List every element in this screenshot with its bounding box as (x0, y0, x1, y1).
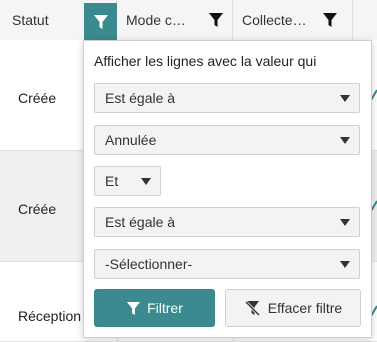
logic-value: Et (105, 173, 119, 189)
column-header-collecte[interactable]: Collecte… (233, 0, 353, 40)
cell-statut: Créée (18, 201, 57, 217)
filter-button[interactable]: Filtrer (94, 289, 215, 327)
column-header-extra (353, 0, 377, 40)
cell-statut: Réception (18, 308, 82, 324)
column-header-mode[interactable]: Mode c… (117, 0, 233, 40)
mode-filter-button[interactable] (201, 5, 231, 35)
operator2-select[interactable]: Est égale à (94, 207, 360, 237)
chevron-down-icon (340, 219, 350, 226)
operator1-value: Est égale à (105, 90, 176, 106)
cell-statut: Créée (18, 90, 57, 106)
filter-icon (93, 14, 108, 29)
filter-icon (209, 13, 223, 27)
operator1-select[interactable]: Est égale à (94, 83, 360, 113)
filter-caption: Afficher les lignes avec la valeur qui (94, 53, 317, 69)
operator2-value: Est égale à (105, 214, 176, 230)
chevron-down-icon (141, 178, 151, 185)
clear-filter-button[interactable]: Effacer filtre (225, 289, 361, 327)
filter-icon (127, 301, 141, 315)
value2-select[interactable]: -Sélectionner- (94, 249, 360, 279)
grid-header: Statut Mode c… Collecte… (0, 0, 377, 41)
column-header-statut[interactable]: Statut (0, 0, 117, 40)
chevron-down-icon (340, 261, 350, 268)
filter-button-label: Filtrer (147, 300, 183, 316)
value2-value: -Sélectionner- (105, 256, 193, 272)
column-title-mode: Mode c… (126, 12, 186, 28)
chevron-down-icon (340, 95, 350, 102)
clear-filter-button-label: Effacer filtre (267, 300, 343, 316)
statut-filter-button[interactable] (84, 3, 117, 40)
column-title-collecte: Collecte… (242, 12, 307, 28)
value1-select[interactable]: Annulée (94, 125, 360, 155)
filter-icon (323, 13, 337, 27)
value1-value: Annulée (105, 132, 157, 148)
filter-popup: Afficher les lignes avec la valeur qui E… (83, 40, 372, 338)
collecte-filter-button[interactable] (315, 5, 345, 35)
chevron-down-icon (340, 137, 350, 144)
logic-select[interactable]: Et (94, 166, 161, 196)
column-title-statut: Statut (12, 12, 49, 28)
clear-filter-icon (244, 300, 260, 316)
